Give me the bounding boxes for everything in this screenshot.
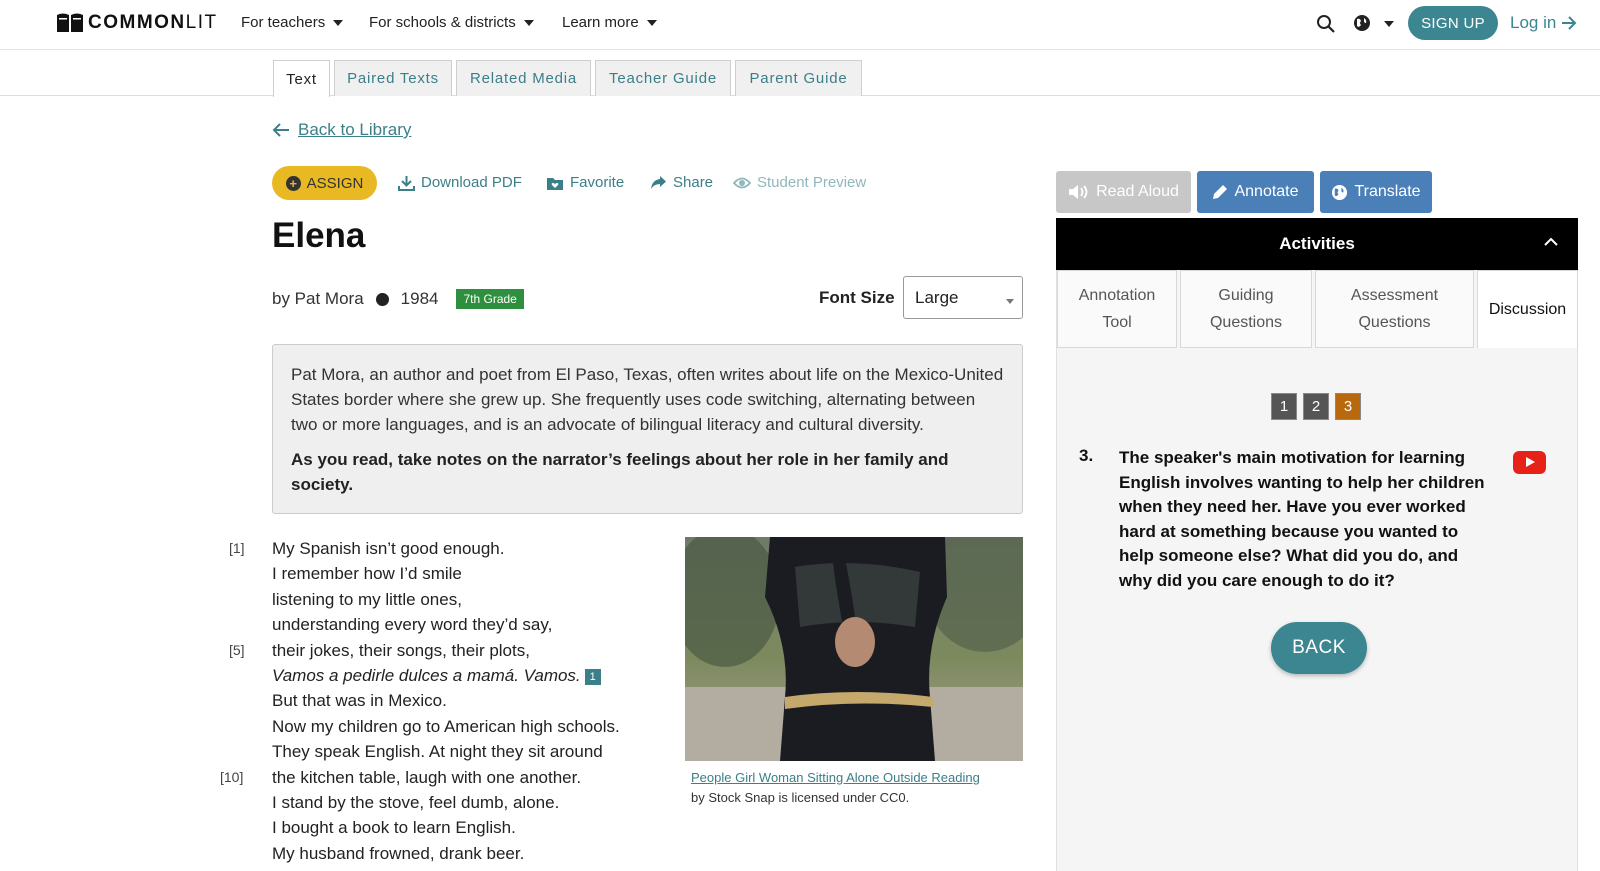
- chevron-up-icon[interactable]: [1544, 237, 1558, 247]
- back-to-library-link[interactable]: Back to Library: [272, 120, 411, 140]
- page-3-button[interactable]: 3: [1335, 393, 1361, 420]
- font-size-label: Font Size: [819, 288, 895, 307]
- logo-text: COMMONLIT: [88, 12, 218, 33]
- poem-line: I stand by the stove, feel dumb, alone.: [272, 793, 560, 813]
- footnote-marker[interactable]: 1: [584, 669, 601, 686]
- poem-line: My husband frowned, drank beer.: [272, 843, 525, 863]
- sign-up-button[interactable]: SIGN UP: [1408, 6, 1498, 40]
- author: by Pat Mora: [272, 289, 364, 308]
- image-source-link[interactable]: People Girl Woman Sitting Alone Outside …: [691, 770, 980, 785]
- line-number: [5]: [229, 642, 245, 658]
- arrow-left-icon: [272, 123, 289, 137]
- poem-line: But that was in Mexico.: [272, 691, 447, 711]
- intro-text: Pat Mora, an author and poet from El Pas…: [291, 365, 1004, 434]
- chevron-down-icon: [333, 19, 344, 26]
- poem-body: My Spanish isn’t good enough. I remember…: [272, 536, 620, 866]
- poem-line: I remember how I’d smile: [272, 564, 462, 584]
- page-1-button[interactable]: 1: [1271, 393, 1297, 420]
- heart-folder-icon: [547, 177, 563, 190]
- tab-teacher-guide[interactable]: Teacher Guide: [595, 60, 731, 96]
- nav-for-schools[interactable]: For schools & districts: [369, 14, 534, 31]
- tab-paired-texts[interactable]: Paired Texts: [334, 60, 452, 96]
- question-pager: 1 2 3: [1271, 393, 1367, 420]
- commonlit-logo[interactable]: COMMONLIT: [56, 12, 218, 34]
- tab-guiding-questions[interactable]: Guiding Questions: [1180, 270, 1312, 348]
- separator-dot: [375, 292, 389, 306]
- tab-related-media[interactable]: Related Media: [456, 60, 591, 96]
- line-number: [1]: [229, 540, 245, 556]
- nav-learn-more[interactable]: Learn more: [562, 14, 657, 31]
- poem-line: the kitchen table, laugh with one anothe…: [272, 767, 582, 787]
- text-title: Elena: [272, 216, 366, 255]
- text-illustration-photo: [685, 537, 1023, 761]
- language-chevron-icon[interactable]: [1384, 21, 1394, 27]
- question-number: 3.: [1079, 446, 1094, 465]
- poem-line: Now my children go to American high scho…: [272, 716, 620, 736]
- tab-parent-guide[interactable]: Parent Guide: [735, 60, 862, 96]
- download-icon: [398, 175, 415, 191]
- share-button[interactable]: Share: [650, 174, 713, 191]
- year: 1984: [400, 289, 439, 308]
- globe-icon[interactable]: [1353, 14, 1371, 32]
- intro-box: Pat Mora, an author and poet from El Pas…: [272, 344, 1023, 514]
- favorite-button[interactable]: Favorite: [546, 174, 624, 191]
- youtube-play-icon[interactable]: [1513, 451, 1546, 474]
- chevron-down-icon: [646, 19, 657, 26]
- top-navigation: COMMONLIT For teachers For schools & dis…: [0, 0, 1600, 50]
- reading-prompt: As you read, take notes on the narrator’…: [291, 450, 949, 494]
- read-aloud-button[interactable]: Read Aloud: [1056, 171, 1191, 213]
- plus-icon: +: [285, 175, 301, 191]
- activities-header[interactable]: Activities: [1056, 218, 1578, 270]
- eye-icon: [733, 177, 751, 188]
- globe-icon: [1332, 184, 1348, 200]
- share-icon: [651, 176, 666, 189]
- arrow-right-icon: [1562, 16, 1577, 30]
- image-caption: People Girl Woman Sitting Alone Outside …: [691, 768, 980, 808]
- tab-discussion[interactable]: Discussion: [1477, 270, 1578, 348]
- student-preview-button[interactable]: Student Preview: [733, 174, 866, 191]
- speaker-icon: [1069, 185, 1088, 199]
- tab-annotation-tool[interactable]: Annotation Tool: [1057, 270, 1177, 348]
- image-credit: by Stock Snap is licensed under CC0.: [691, 790, 910, 805]
- poem-line: My Spanish isn’t good enough.: [272, 539, 505, 558]
- chevron-down-icon: [1006, 299, 1014, 304]
- tab-text[interactable]: Text: [273, 60, 330, 97]
- search-icon[interactable]: [1316, 14, 1336, 34]
- log-in-link[interactable]: Log in: [1510, 13, 1577, 33]
- activities-panel: Annotation Tool Guiding Questions Assessme…: [1056, 270, 1578, 871]
- book-logo-icon: [57, 13, 83, 32]
- poem-line: I bought a book to learn English.: [272, 818, 516, 838]
- text-tab-bar: Text Paired Texts Related Media Teacher …: [0, 50, 1600, 97]
- font-size-select[interactable]: Large: [903, 276, 1023, 319]
- grade-badge: 7th Grade: [456, 289, 524, 309]
- assign-button[interactable]: + ASSIGN: [272, 166, 377, 200]
- line-number: [10]: [220, 769, 244, 785]
- translate-button[interactable]: Translate: [1320, 171, 1432, 213]
- byline: by Pat Mora 1984 7th Grade: [272, 289, 524, 309]
- discussion-question: The speaker's main motivation for learni…: [1119, 448, 1485, 590]
- download-pdf-button[interactable]: Download PDF: [398, 174, 522, 191]
- poem-line: understanding every word they’d say,: [272, 615, 553, 635]
- chevron-down-icon: [523, 19, 534, 26]
- poem-line: listening to my little ones,: [272, 589, 462, 609]
- back-button[interactable]: BACK: [1271, 622, 1367, 674]
- annotate-button[interactable]: Annotate: [1197, 171, 1314, 213]
- tab-assessment-questions[interactable]: Assessment Questions: [1315, 270, 1474, 348]
- poem-line: their jokes, their songs, their plots,: [272, 640, 530, 660]
- poem-line: They speak English. At night they sit ar…: [272, 742, 603, 762]
- poem-line-with-footnote: Vamos a pedirle dulces a mamá. Vamos. 1: [272, 663, 620, 688]
- page-2-button[interactable]: 2: [1303, 393, 1329, 420]
- pen-icon: [1213, 185, 1228, 199]
- nav-for-teachers[interactable]: For teachers: [241, 14, 344, 31]
